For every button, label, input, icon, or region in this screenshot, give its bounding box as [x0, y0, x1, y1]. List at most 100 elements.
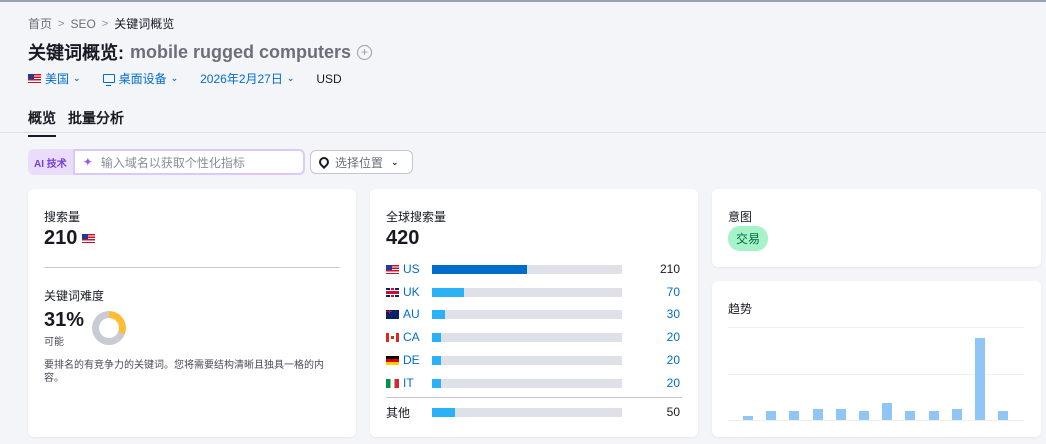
trend-gridline	[728, 327, 1024, 328]
chevron-down-icon: ⌄	[286, 73, 295, 83]
country-value: 20	[666, 376, 680, 390]
breadcrumb-separator: >	[101, 17, 109, 30]
country-row[interactable]: UK 70	[386, 285, 682, 299]
country-bar	[432, 378, 622, 388]
country-bar	[432, 309, 622, 319]
device-selector[interactable]: 桌面设备 ⌄	[102, 70, 179, 87]
ai-domain-input[interactable]: ✦ 输入域名以获取个性化指标	[72, 149, 305, 175]
country-bar-fill	[432, 309, 446, 319]
chevron-down-icon: ⌄	[391, 156, 399, 167]
intent-badge: 交易	[728, 226, 769, 251]
us-flag-icon	[82, 234, 96, 243]
de-flag-icon	[386, 355, 399, 365]
country-selector[interactable]: 美国 ⌄	[28, 70, 81, 87]
trend-bar[interactable]	[812, 408, 823, 420]
card-divider	[386, 397, 682, 398]
add-keyword-icon[interactable]: +	[357, 44, 373, 60]
breadcrumb-current: 关键词概览	[114, 17, 175, 31]
volume-value-row: 210	[44, 227, 96, 250]
location-pin-icon	[316, 154, 332, 170]
ai-badge: AI 技术	[28, 149, 73, 175]
country-row[interactable]: IT 20	[386, 376, 682, 390]
trend-card: 趋势	[712, 281, 1041, 437]
trend-bar[interactable]	[859, 410, 869, 420]
difficulty-label: 关键词难度	[44, 289, 105, 303]
it-flag-icon	[386, 378, 399, 388]
trend-bar[interactable]	[905, 410, 916, 420]
card-divider	[44, 267, 340, 268]
ca-flag-icon	[386, 332, 399, 342]
trend-bar[interactable]	[951, 408, 962, 420]
country-bar	[432, 355, 622, 365]
other-value: 50	[666, 405, 680, 419]
trend-bar[interactable]	[998, 410, 1009, 420]
other-countries-row: 其他 50	[386, 405, 682, 420]
page-title: 关键词概览: mobile rugged computers +	[28, 39, 373, 65]
ai-domain-placeholder: 输入域名以获取个性化指标	[100, 155, 245, 170]
trend-label: 趋势	[728, 302, 753, 316]
country-label: 美国	[45, 72, 70, 86]
intent-card: 意图 交易	[712, 189, 1041, 267]
page-title-prefix: 关键词概览:	[28, 43, 124, 63]
country-row[interactable]: US 210	[386, 262, 682, 276]
country-code: DE	[403, 353, 420, 367]
location-label: 选择位置	[335, 155, 384, 170]
global-volume-label: 全球搜索量	[386, 210, 447, 224]
device-label: 桌面设备	[118, 72, 167, 86]
chevron-down-icon: ⌄	[170, 73, 179, 83]
au-flag-icon	[386, 309, 399, 319]
country-row[interactable]: DE 20	[386, 353, 682, 367]
currency-label: USD	[316, 71, 342, 86]
trend-bar[interactable]	[789, 410, 800, 420]
trend-bar[interactable]	[835, 408, 846, 420]
global-volume-card: 全球搜索量 420 US 210 UK 70 AU 30 CA 20 DE 20…	[370, 189, 698, 437]
date-label: 2026年2月27日	[200, 72, 283, 86]
volume-difficulty-card: 搜索量 210 关键词难度 31% 可能 要排名的有竞争力的关键词。您将需要结构…	[28, 189, 356, 437]
date-selector[interactable]: 2026年2月27日 ⌄	[200, 70, 294, 87]
breadcrumb-separator: >	[58, 17, 65, 30]
breadcrumb-seo[interactable]: SEO	[70, 17, 95, 31]
trend-bar[interactable]	[975, 338, 985, 420]
volume-value: 210	[44, 227, 78, 249]
us-flag-icon	[386, 264, 399, 274]
country-code: UK	[403, 285, 420, 299]
country-bar-fill	[432, 332, 442, 342]
sparkle-icon: ✦	[82, 155, 93, 169]
chevron-down-icon: ⌄	[73, 73, 81, 83]
breadcrumb-home[interactable]: 首页	[28, 15, 52, 32]
ai-domain-input-group: AI 技术 ✦ 输入域名以获取个性化指标	[28, 149, 305, 175]
country-bar	[432, 264, 622, 274]
us-flag-icon	[28, 74, 41, 83]
breadcrumb: 首页 > SEO > 关键词概览	[28, 15, 174, 32]
country-row[interactable]: CA 20	[386, 330, 682, 344]
uk-flag-icon	[386, 287, 399, 297]
difficulty-description: 要排名的有竞争力的关键词。您将需要结构清晰且独具一格的内容。	[44, 360, 324, 384]
country-bar	[432, 407, 622, 417]
trend-bar[interactable]	[766, 410, 777, 420]
filters-bar: 美国 ⌄ 桌面设备 ⌄ 2026年2月27日 ⌄ USD	[28, 70, 364, 87]
country-bar	[432, 332, 622, 342]
country-code: IT	[403, 376, 414, 390]
country-value: 20	[666, 330, 680, 344]
country-value: 210	[659, 262, 680, 276]
global-volume-value: 420	[386, 227, 420, 249]
other-label: 其他	[386, 405, 411, 420]
country-row[interactable]: AU 30	[386, 307, 682, 321]
volume-label: 搜索量	[44, 210, 81, 224]
country-bar	[432, 287, 622, 297]
country-bar-fill	[432, 355, 442, 365]
trend-bar[interactable]	[882, 403, 893, 420]
tabs-divider	[0, 132, 1046, 133]
country-bar-fill	[432, 287, 464, 297]
page-title-keyword: mobile rugged computers	[130, 41, 352, 62]
trend-bar[interactable]	[743, 416, 753, 420]
country-bar-fill	[432, 407, 455, 417]
country-value: 20	[666, 353, 680, 367]
top-border	[0, 0, 1046, 2]
location-selector[interactable]: 选择位置 ⌄	[310, 150, 413, 174]
country-value: 30	[666, 307, 680, 321]
country-code: CA	[403, 330, 420, 344]
monitor-icon	[102, 74, 115, 86]
trend-bar[interactable]	[928, 410, 939, 420]
intent-label: 意图	[728, 210, 753, 224]
